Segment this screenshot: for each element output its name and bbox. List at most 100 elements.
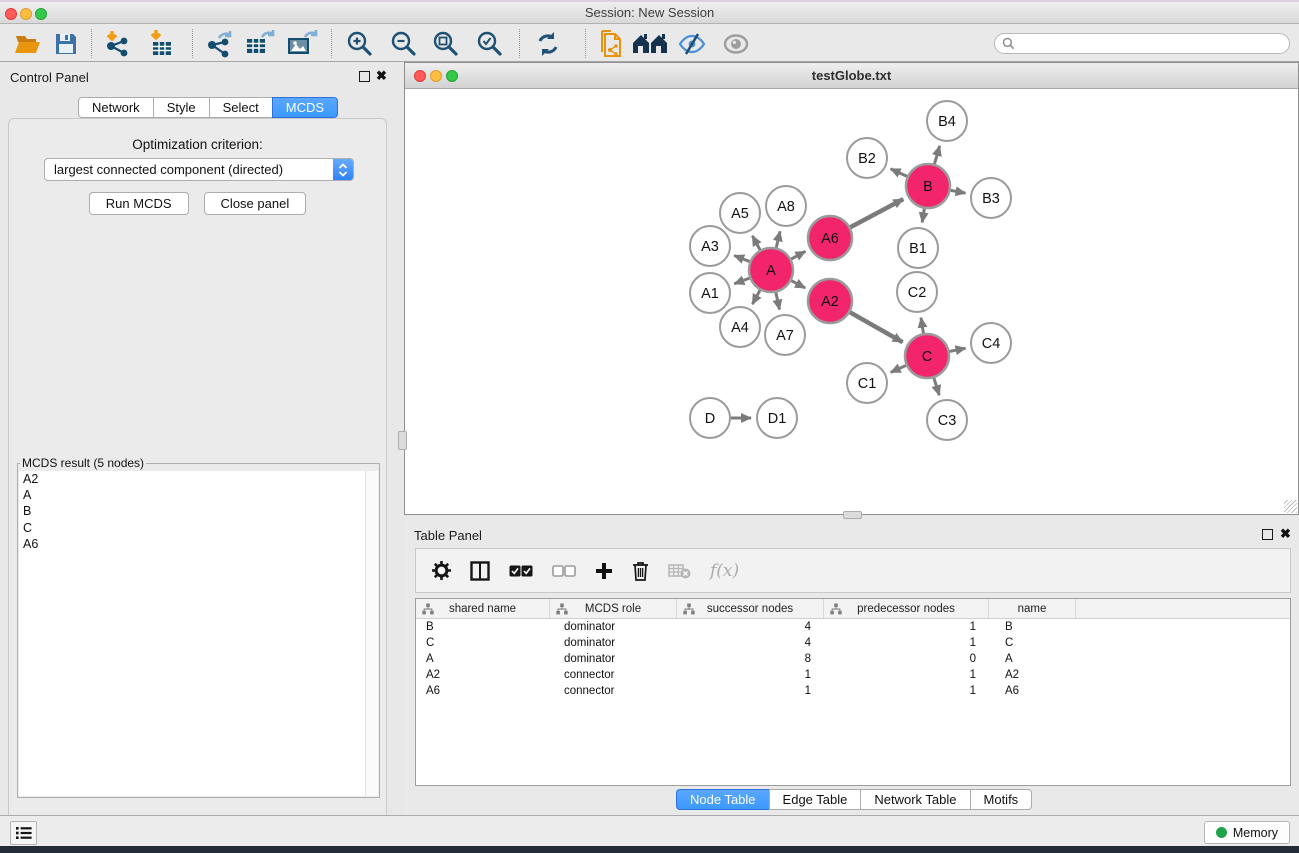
column-header-MCDS-role[interactable]: MCDS role	[550, 599, 677, 618]
import-table-icon[interactable]	[146, 28, 178, 60]
table-cell[interactable]: C	[989, 635, 1076, 651]
table-cell[interactable]: A6	[989, 683, 1076, 699]
graph-edge-A-A3[interactable]	[734, 256, 749, 262]
task-history-button[interactable]	[10, 821, 37, 845]
mcds-result-item[interactable]: A2	[19, 471, 378, 487]
table-cell[interactable]: 1	[677, 683, 824, 699]
table-cell[interactable]: 0	[824, 651, 989, 667]
column-header-name[interactable]: name	[989, 599, 1076, 618]
export-network-icon[interactable]	[204, 28, 236, 60]
table-cell[interactable]: connector	[550, 667, 677, 683]
table-cell[interactable]: A	[416, 651, 550, 667]
tab-style[interactable]: Style	[153, 97, 210, 118]
optimization-criterion-select[interactable]: largest connected component (directed)	[44, 158, 354, 181]
open-file-icon[interactable]	[12, 28, 44, 60]
graph-edge-A-A7[interactable]	[776, 292, 780, 309]
add-column-icon[interactable]	[595, 562, 613, 580]
zoom-fit-icon[interactable]	[430, 28, 462, 60]
graph-edge-B-B1[interactable]	[922, 209, 924, 223]
graph-edge-A6-B[interactable]	[850, 199, 903, 227]
result-scrollbar[interactable]	[365, 471, 378, 796]
float-table-panel-icon[interactable]	[1262, 529, 1273, 540]
table-row[interactable]: A6connector11A6	[416, 683, 1290, 699]
deselect-all-checkboxes-icon[interactable]	[552, 565, 576, 577]
graph-edge-C-C2[interactable]	[921, 318, 923, 334]
tab-node-table[interactable]: Node Table	[676, 789, 770, 810]
close-table-panel-icon[interactable]: ✖	[1280, 525, 1291, 543]
hide-panel-eye-slash-icon[interactable]	[676, 28, 708, 60]
table-row[interactable]: Cdominator41C	[416, 635, 1290, 651]
table-row[interactable]: Bdominator41B	[416, 619, 1290, 635]
delete-trash-icon[interactable]	[632, 561, 649, 581]
resize-grip-icon[interactable]	[1284, 500, 1297, 513]
tab-network-table[interactable]: Network Table	[860, 789, 970, 810]
float-panel-icon[interactable]	[359, 71, 370, 82]
column-panel-icon[interactable]	[470, 561, 490, 581]
mcds-result-item[interactable]: C	[19, 520, 378, 536]
search-field[interactable]	[994, 33, 1290, 54]
table-cell[interactable]: connector	[550, 683, 677, 699]
network-canvas[interactable]: B4B2BB3B1A5A8A3A6AA1A2A4A7C2C4CC1C3DD1	[405, 89, 1298, 514]
memory-button[interactable]: Memory	[1204, 821, 1290, 844]
table-cell[interactable]: A6	[416, 683, 550, 699]
import-network-icon[interactable]	[102, 28, 134, 60]
tab-select[interactable]: Select	[209, 97, 273, 118]
table-row[interactable]: A2connector11A2	[416, 667, 1290, 683]
tab-mcds[interactable]: MCDS	[272, 97, 338, 118]
table-row[interactable]: Adominator80A	[416, 651, 1290, 667]
graph-edge-A2-C[interactable]	[850, 312, 903, 342]
refresh-icon[interactable]	[532, 28, 564, 60]
graph-edge-B-B2[interactable]	[891, 169, 907, 177]
graph-edge-A-A1[interactable]	[734, 278, 749, 284]
panel-divider-handle[interactable]	[398, 431, 407, 450]
select-all-checkboxes-icon[interactable]	[509, 565, 533, 577]
graph-edge-A-A8[interactable]	[776, 231, 780, 247]
table-cell[interactable]: C	[416, 635, 550, 651]
column-header-successor-nodes[interactable]: successor nodes	[677, 599, 824, 618]
save-session-icon[interactable]	[50, 28, 82, 60]
graph-edge-B-B3[interactable]	[951, 190, 966, 193]
export-image-icon[interactable]	[286, 28, 318, 60]
gear-icon[interactable]	[432, 561, 451, 580]
home-icon[interactable]	[630, 28, 670, 60]
graph-edge-C-C4[interactable]	[950, 348, 966, 351]
export-table-icon[interactable]	[244, 28, 276, 60]
graph-edge-A-A5[interactable]	[752, 236, 760, 250]
run-mcds-button[interactable]: Run MCDS	[89, 192, 189, 215]
table-cell[interactable]: B	[416, 619, 550, 635]
table-cell[interactable]: 1	[824, 619, 989, 635]
node-table[interactable]: shared nameMCDS rolesuccessor nodesprede…	[415, 598, 1291, 786]
table-cell[interactable]: 1	[824, 667, 989, 683]
zoom-in-icon[interactable]	[344, 28, 376, 60]
show-panel-eye-icon[interactable]	[720, 28, 752, 60]
graph-edge-A-A6[interactable]	[791, 251, 805, 259]
table-cell[interactable]: 8	[677, 651, 824, 667]
graph-edge-A-A4[interactable]	[752, 290, 760, 304]
table-cell[interactable]: 4	[677, 635, 824, 651]
table-cell[interactable]: 4	[677, 619, 824, 635]
table-cell[interactable]: dominator	[550, 651, 677, 667]
table-cell[interactable]: 1	[824, 635, 989, 651]
mcds-result-item[interactable]: A6	[19, 536, 378, 552]
graph-edge-C-C1[interactable]	[891, 365, 906, 372]
mcds-result-item[interactable]: A	[19, 487, 378, 503]
table-cell[interactable]: B	[989, 619, 1076, 635]
table-cell[interactable]: dominator	[550, 619, 677, 635]
tab-edge-table[interactable]: Edge Table	[769, 789, 862, 810]
panel-divider-handle[interactable]	[843, 511, 862, 519]
table-cell[interactable]: A	[989, 651, 1076, 667]
table-cell[interactable]: 1	[677, 667, 824, 683]
column-header-predecessor-nodes[interactable]: predecessor nodes	[824, 599, 989, 618]
table-cell[interactable]: A2	[989, 667, 1076, 683]
graph-edge-C-C3[interactable]	[934, 378, 939, 395]
table-cell[interactable]: A2	[416, 667, 550, 683]
zoom-out-icon[interactable]	[388, 28, 420, 60]
mcds-result-item[interactable]: B	[19, 503, 378, 519]
graph-edge-B-B4[interactable]	[934, 146, 939, 164]
tab-network[interactable]: Network	[78, 97, 154, 118]
close-panel-button[interactable]: Close panel	[204, 192, 307, 215]
search-input[interactable]	[1015, 35, 1289, 52]
close-panel-icon[interactable]: ✖	[376, 67, 387, 85]
table-cell[interactable]: 1	[824, 683, 989, 699]
graph-edge-A-A2[interactable]	[791, 281, 805, 288]
